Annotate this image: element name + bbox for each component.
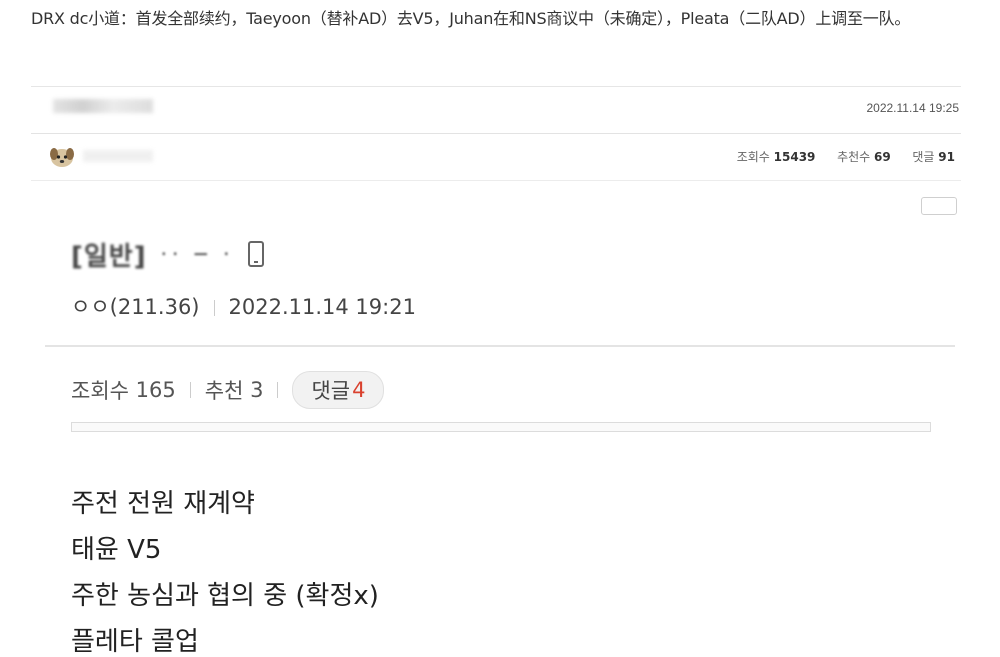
post-body-line: 태윤 V5 bbox=[71, 535, 162, 565]
post-header-date: 2022.11.14 19:25 bbox=[866, 101, 959, 115]
option-button[interactable] bbox=[921, 197, 957, 215]
post-body-line: 주한 농심과 협의 중 (확정x) bbox=[71, 581, 379, 611]
post-stats-summary: 조회수 15439 추천수 69 댓글 91 bbox=[737, 148, 955, 165]
comment-count: 4 bbox=[352, 378, 366, 402]
post-views-value: 165 bbox=[135, 378, 176, 402]
comment-button[interactable]: 댓글 4 bbox=[292, 371, 385, 409]
post-date: 2022.11.14 19:21 bbox=[228, 295, 416, 319]
blurred-gallery-title bbox=[53, 99, 153, 113]
comments-label: 댓글 bbox=[912, 150, 935, 164]
post-body: 주전 전원 재계약 태윤 V5 주한 농심과 협의 중 (확정x) 플레타 콜업 bbox=[71, 481, 379, 657]
recommend-value: 69 bbox=[874, 150, 891, 164]
post-body-line: 플레타 콜업 bbox=[71, 627, 199, 657]
post-stats-bar: 조회수 165 추천 3 댓글 4 bbox=[71, 370, 385, 410]
comments-value: 91 bbox=[938, 150, 955, 164]
post-meta-row: 조회수 15439 추천수 69 댓글 91 bbox=[31, 134, 961, 181]
post-author: ㅇㅇ(211.36) bbox=[71, 295, 200, 319]
comment-label: 댓글 bbox=[311, 379, 351, 403]
post-views-label: 조회수 bbox=[71, 379, 129, 403]
post-title: [일반] ·· ─ · bbox=[71, 237, 265, 272]
post-header-row: 2022.11.14 19:25 bbox=[31, 87, 961, 134]
post-recommend-value: 3 bbox=[250, 378, 264, 402]
views-value: 15439 bbox=[773, 150, 816, 164]
blurred-title-text: ·· ─ · bbox=[160, 242, 235, 266]
dog-avatar-icon bbox=[50, 148, 74, 167]
views-label: 조회수 bbox=[736, 150, 770, 164]
post-recommend-label: 추천 bbox=[204, 379, 244, 403]
post-body-line: 주전 전원 재계약 bbox=[71, 489, 255, 519]
recommend-label: 추천수 bbox=[837, 150, 871, 164]
headline-text: DRX dc小道：首发全部续约，Taeyoon（替补AD）去V5，Juhan在和… bbox=[31, 9, 911, 28]
divider bbox=[45, 345, 955, 347]
blurred-username bbox=[83, 150, 153, 162]
post-title-prefix: [일반] bbox=[71, 241, 147, 272]
content-separator-bar bbox=[71, 422, 931, 432]
post-author-line: ㅇㅇ(211.36) 2022.11.14 19:21 bbox=[71, 291, 416, 321]
embedded-screenshot: 2022.11.14 19:25 조회수 15439 추천수 69 댓글 91 … bbox=[31, 86, 961, 657]
mobile-phone-icon bbox=[248, 241, 265, 267]
